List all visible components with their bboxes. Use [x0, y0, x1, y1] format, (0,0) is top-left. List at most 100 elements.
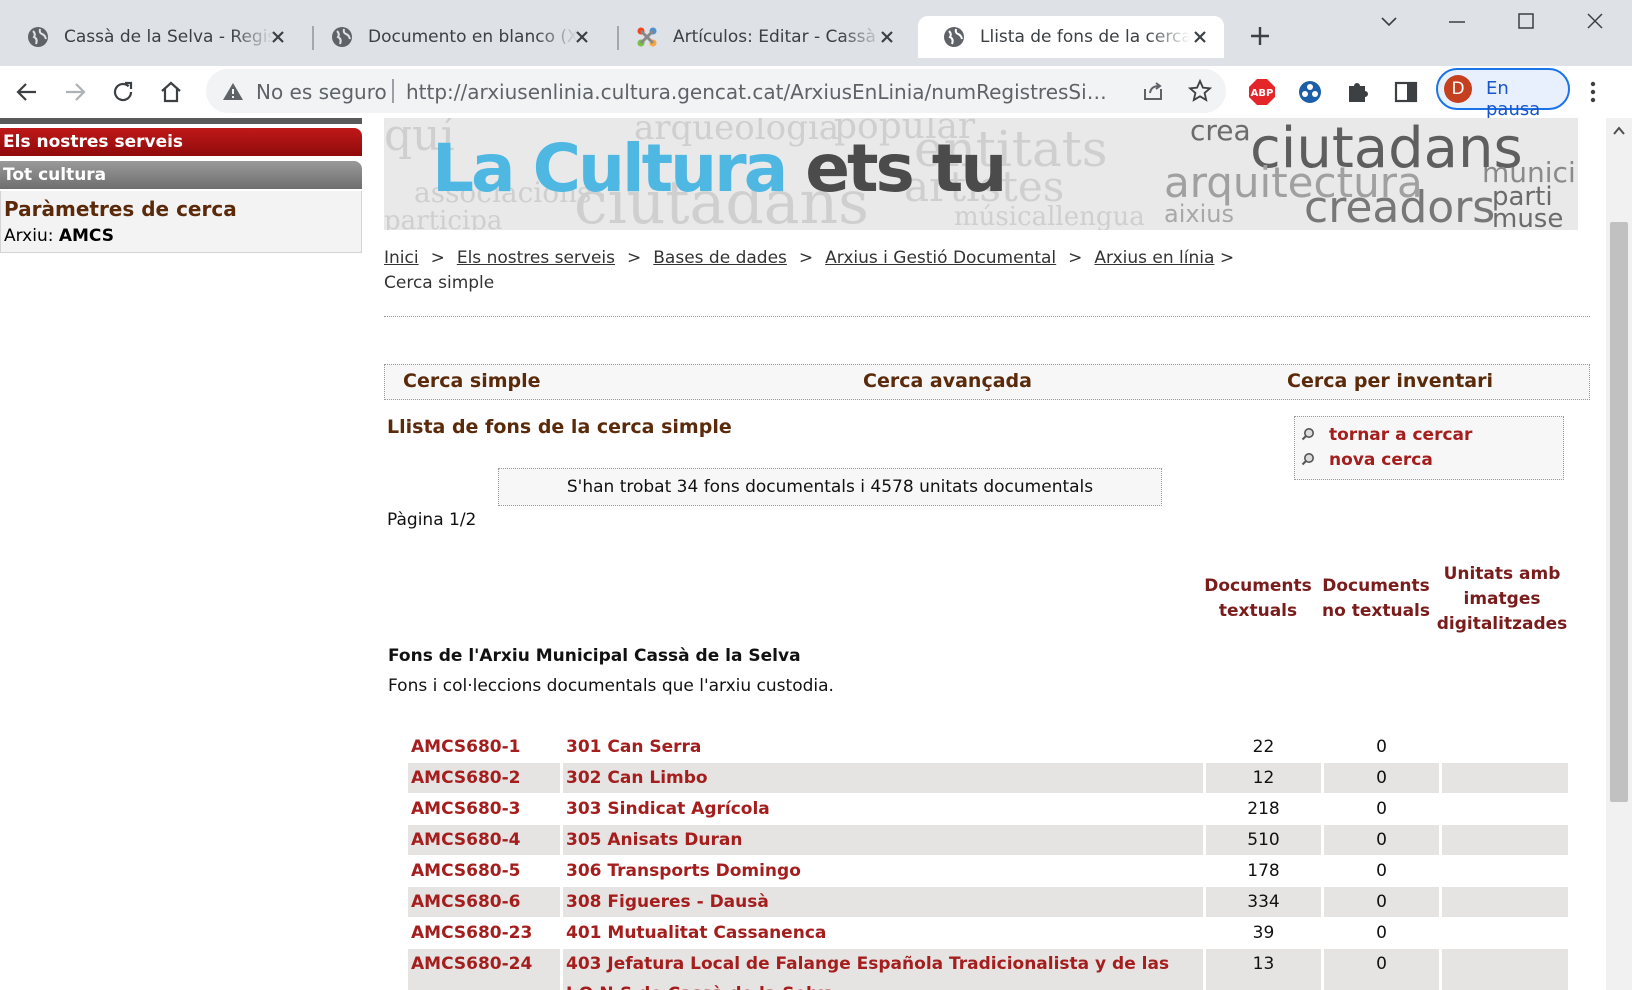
- reload-icon[interactable]: [110, 79, 136, 105]
- fons-code[interactable]: AMCS680-1: [408, 732, 560, 762]
- adblock-icon[interactable]: ABP: [1248, 78, 1276, 106]
- tab-0[interactable]: Cassà de la Selva - Registro: [2, 16, 302, 58]
- action-label[interactable]: nova cerca: [1329, 450, 1433, 470]
- count-imatges: [1442, 825, 1568, 855]
- url-text[interactable]: http://arxiusenlinia.cultura.gencat.cat/…: [406, 80, 1126, 104]
- tab-1[interactable]: Documento en blanco (X2): [306, 16, 606, 58]
- tab-search-chevron-icon[interactable]: [1374, 10, 1404, 34]
- fons-name[interactable]: 305 Anisats Duran: [563, 825, 1203, 855]
- breadcrumb-link[interactable]: Inici: [384, 248, 419, 268]
- close-icon[interactable]: [1190, 27, 1210, 47]
- fons-code[interactable]: AMCS680-3: [408, 794, 560, 824]
- tab-2[interactable]: Artículos: Editar - Cassà Arxiu: [611, 16, 911, 58]
- count-no-textual: 0: [1376, 923, 1387, 943]
- breadcrumb-current: Cerca simple: [384, 273, 495, 293]
- svg-text:ABP: ABP: [1251, 88, 1274, 99]
- header-banner[interactable]: quí arqueologia popular associacions par…: [384, 118, 1578, 230]
- profile-button[interactable]: D En pausa: [1436, 68, 1570, 120]
- scroll-up-arrow-icon[interactable]: [1613, 126, 1625, 136]
- count-no-textual: 0: [1324, 825, 1439, 855]
- avatar: D: [1444, 75, 1472, 103]
- kebab-menu-icon[interactable]: [1586, 78, 1600, 106]
- fons-name[interactable]: 301 Can Serra: [563, 732, 1203, 762]
- joomla-icon: [637, 27, 657, 47]
- extension-blue-icon[interactable]: [1296, 78, 1324, 106]
- fons-name[interactable]: 401 Mutualitat Cassanenca: [563, 918, 1203, 948]
- profile-status: En pausa: [1486, 78, 1541, 120]
- count-imatges: [1442, 949, 1568, 990]
- tab-cerca-avancada[interactable]: Cerca avançada: [863, 370, 1032, 392]
- fons-code[interactable]: AMCS680-23: [408, 918, 560, 948]
- count-no-textual: 0: [1376, 861, 1387, 881]
- magnifier-icon: [1301, 453, 1314, 466]
- count-no-textual: 0: [1376, 737, 1387, 757]
- page-scrollbar[interactable]: [1606, 118, 1632, 990]
- tab-cerca-inventari[interactable]: Cerca per inventari: [1287, 370, 1493, 392]
- puzzle-icon[interactable]: [1344, 78, 1372, 106]
- minimize-icon[interactable]: [1442, 10, 1472, 34]
- fons-name[interactable]: 303 Sindicat Agrícola: [563, 794, 1203, 824]
- banner-word: muse: [1492, 204, 1564, 230]
- maximize-icon[interactable]: [1511, 10, 1541, 34]
- banner-word: participa: [384, 206, 503, 230]
- count-no-textual: 0: [1324, 763, 1439, 793]
- tornar-cercar-link[interactable]: tornar a cercar: [1301, 425, 1472, 445]
- fons-code[interactable]: AMCS680-6: [408, 887, 560, 917]
- sidepanel-icon[interactable]: [1392, 78, 1420, 106]
- fons-code[interactable]: AMCS680-2: [408, 763, 560, 793]
- tab-title: Documento en blanco (X2): [368, 27, 578, 47]
- page-indicator: Pàgina 1/2: [387, 510, 477, 530]
- address-bar[interactable]: No es seguro http://arxiusenlinia.cultur…: [206, 69, 1226, 113]
- tab-3-active[interactable]: Llista de fons de la cerca simple: [918, 16, 1224, 58]
- warning-triangle-icon[interactable]: [222, 81, 244, 101]
- count-imatges: [1442, 763, 1568, 793]
- globe-icon: [944, 27, 964, 47]
- count-imatges: [1442, 794, 1568, 824]
- new-tab-plus-icon[interactable]: [1248, 24, 1272, 48]
- tab-cerca-simple[interactable]: Cerca simple: [403, 370, 541, 392]
- fons-name[interactable]: 302 Can Limbo: [563, 763, 1203, 793]
- close-window-icon[interactable]: [1580, 10, 1610, 34]
- fons-code[interactable]: AMCS680-4: [408, 825, 560, 855]
- breadcrumb-separator: >: [1219, 248, 1235, 268]
- sidebar-item-serveis[interactable]: Els nostres serveis: [0, 128, 362, 156]
- table-row: AMCS680-4 305 Anisats Duran 510 0: [408, 825, 1568, 855]
- scrollbar-thumb[interactable]: [1610, 222, 1628, 802]
- sidebar-top-bar: [0, 118, 362, 124]
- fons-title: Fons de l'Arxiu Municipal Cassà de la Se…: [388, 646, 801, 666]
- close-icon[interactable]: [268, 27, 288, 47]
- breadcrumb-link[interactable]: Els nostres serveis: [457, 248, 615, 268]
- results-count: S'han trobat 34 fons documentals i 4578 …: [498, 468, 1162, 506]
- breadcrumb-separator: >: [627, 248, 642, 268]
- bookmark-star-icon[interactable]: [1188, 79, 1212, 103]
- count-no-textual: 0: [1324, 949, 1439, 990]
- fons-code[interactable]: AMCS680-5: [408, 856, 560, 886]
- count-textual: 178: [1247, 861, 1280, 881]
- fons-name[interactable]: 308 Figueres - Dausà: [563, 887, 1203, 917]
- fons-name[interactable]: 403 Jefatura Local de Falange Española T…: [563, 949, 1203, 990]
- fons-code[interactable]: AMCS680-24: [408, 949, 560, 990]
- fons-name[interactable]: 306 Transports Domingo: [563, 856, 1203, 886]
- breadcrumb-link[interactable]: Bases de dades: [653, 248, 787, 268]
- count-textual: 22: [1252, 737, 1275, 757]
- close-icon[interactable]: [877, 27, 897, 47]
- globe-icon: [28, 27, 48, 47]
- sidebar-item-cultura[interactable]: Tot cultura: [0, 161, 362, 189]
- home-icon[interactable]: [158, 79, 184, 105]
- back-arrow-icon[interactable]: [14, 79, 40, 105]
- nova-cerca-link[interactable]: nova cerca: [1301, 450, 1433, 470]
- action-label[interactable]: tornar a cercar: [1329, 425, 1472, 445]
- forward-arrow-icon[interactable]: [62, 79, 88, 105]
- banner-word: creadors: [1304, 182, 1496, 230]
- close-icon[interactable]: [572, 27, 592, 47]
- breadcrumb-link[interactable]: Arxius i Gestió Documental: [825, 248, 1056, 268]
- tab-title: Llista de fons de la cerca simple: [980, 27, 1190, 47]
- share-icon[interactable]: [1142, 80, 1164, 102]
- breadcrumb-link[interactable]: Arxius en línia: [1094, 248, 1214, 268]
- security-label[interactable]: No es seguro: [256, 80, 387, 104]
- table-row: AMCS680-2 302 Can Limbo 12 0: [408, 763, 1568, 793]
- count-textual: 334: [1206, 887, 1321, 917]
- banner-word: crea: [1190, 118, 1251, 147]
- count-imatges: [1442, 918, 1568, 948]
- arxiu-label: Arxiu:: [4, 226, 54, 246]
